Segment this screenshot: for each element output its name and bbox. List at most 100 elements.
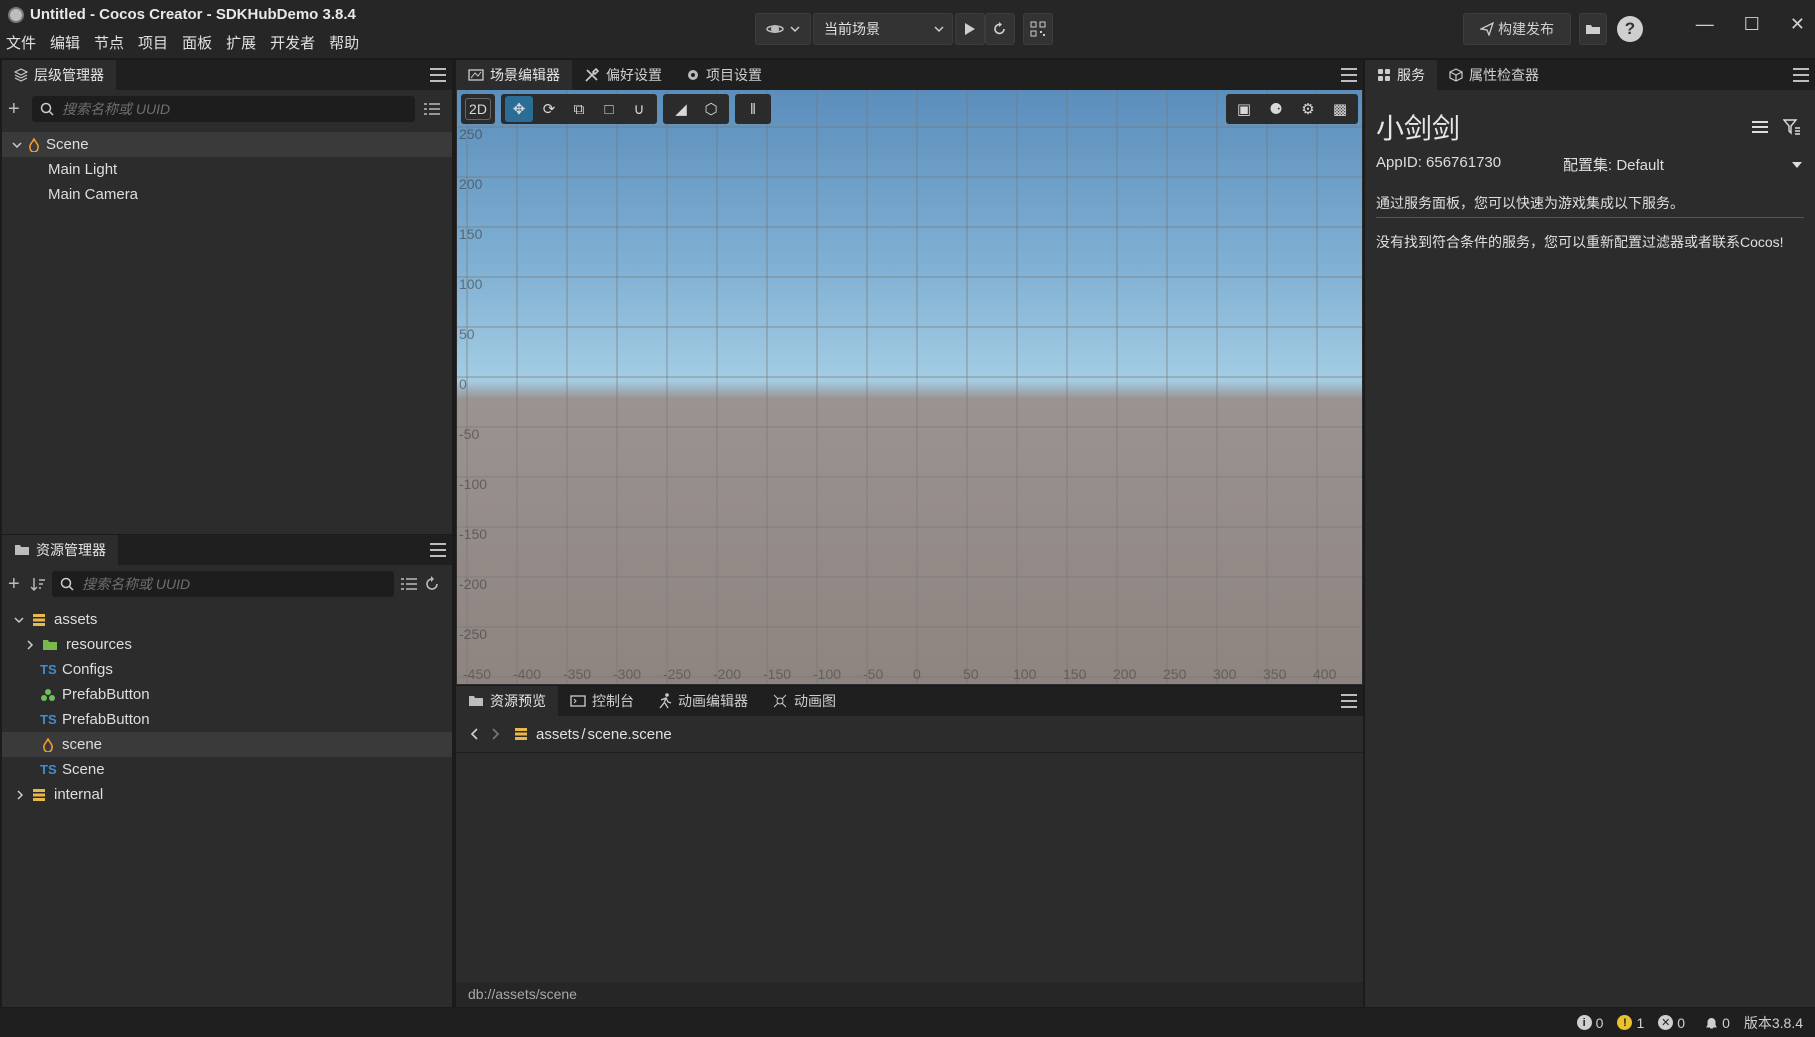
scale-tool-icon[interactable]: ⧉ (565, 96, 593, 122)
close-icon[interactable]: ✕ (1790, 14, 1805, 35)
sort-icon[interactable] (30, 577, 46, 591)
asset-item-resources[interactable]: resources (2, 632, 452, 657)
menu-file[interactable]: 文件 (6, 32, 44, 53)
mode-2d-button[interactable]: 2D (465, 98, 491, 120)
filter-icon[interactable] (1783, 118, 1801, 136)
pivot-icon[interactable]: ◢ (667, 96, 695, 122)
asset-item-scene[interactable]: scene (2, 732, 452, 757)
chevron-down-icon[interactable] (12, 141, 22, 149)
tab-hierarchy[interactable]: 层级管理器 (2, 60, 116, 90)
tools-icon (585, 67, 600, 82)
refresh-button[interactable] (985, 13, 1015, 45)
status-bar: i 0 ! 1 ✕ 0 0 版本3.8.4 (0, 1008, 1815, 1037)
services-menu-icon[interactable] (1793, 68, 1809, 82)
x-tick-label: 50 (963, 666, 979, 682)
help-button[interactable]: ? (1615, 13, 1645, 45)
minimize-icon[interactable]: — (1696, 14, 1714, 35)
menu-node[interactable]: 节点 (94, 32, 132, 53)
assets-search-input[interactable]: 搜索名称或 UUID (52, 571, 394, 597)
add-asset-icon[interactable]: + (8, 573, 24, 596)
tab-inspector[interactable]: 属性检查器 (1437, 60, 1551, 90)
hierarchy-menu-icon[interactable] (430, 68, 446, 82)
build-button[interactable]: 构建发布 (1463, 13, 1571, 45)
chevron-right-icon[interactable] (26, 639, 34, 650)
forward-arrow-icon[interactable] (492, 728, 500, 740)
tab-label: 资源预览 (490, 693, 546, 709)
asset-item-scene-script[interactable]: TS Scene (2, 757, 452, 782)
local-global-icon[interactable]: ⬡ (697, 96, 725, 122)
breadcrumb-root[interactable]: assets (536, 726, 579, 743)
tree-node-main-camera[interactable]: Main Camera (2, 182, 452, 207)
tab-services[interactable]: 服务 (1365, 60, 1437, 90)
asset-item-prefab[interactable]: PrefabButton (2, 682, 452, 707)
scene-editor-menu-icon[interactable] (1341, 68, 1357, 82)
chevron-down-icon[interactable] (14, 616, 24, 624)
asset-item-configs[interactable]: TS Configs (2, 657, 452, 682)
menu-help[interactable]: 帮助 (329, 32, 367, 53)
scene-viewport[interactable]: 250 200 150 100 50 0 -50 -100 -150 -200 -250 -450 -… (457, 90, 1362, 684)
rect-tool-icon[interactable]: □ (595, 96, 623, 122)
tree-node-main-light[interactable]: Main Light (2, 157, 452, 182)
open-folder-button[interactable] (1579, 13, 1607, 45)
image-icon (468, 69, 484, 81)
info-status[interactable]: i 0 (1576, 1015, 1603, 1031)
error-status[interactable]: ✕ 0 (1658, 1015, 1685, 1031)
database-icon (33, 613, 45, 626)
x-tick-label: -50 (863, 666, 884, 682)
move-tool-icon[interactable]: ✥ (505, 96, 533, 122)
platform-select[interactable] (755, 13, 811, 45)
tab-preferences[interactable]: 偏好设置 (572, 60, 674, 90)
scene-select[interactable]: 当前场景 (813, 13, 953, 45)
tab-scene-editor[interactable]: 场景编辑器 (456, 60, 572, 90)
x-tick-label: -250 (663, 666, 692, 682)
x-tick-label: 250 (1163, 666, 1187, 682)
menu-extension[interactable]: 扩展 (226, 32, 264, 53)
config-select-label: 配置集: Default (1563, 157, 1664, 174)
play-button[interactable] (955, 13, 985, 45)
assets-search-placeholder: 搜索名称或 UUID (82, 576, 191, 592)
preview-window-icon[interactable]: ▩ (1326, 96, 1354, 122)
warning-status[interactable]: ! 1 (1617, 1015, 1644, 1031)
menu-panel[interactable]: 面板 (182, 32, 220, 53)
sort-list-icon[interactable] (400, 577, 418, 591)
asset-item-prefab-script[interactable]: TS PrefabButton (2, 707, 452, 732)
tab-asset-preview[interactable]: 资源预览 (456, 686, 558, 716)
align-icon[interactable]: ‖ (739, 96, 767, 122)
snap-magnet-icon[interactable]: ∪ (625, 96, 653, 122)
menu-project[interactable]: 项目 (138, 32, 176, 53)
chevron-right-icon[interactable] (16, 789, 24, 800)
tab-animation-graph[interactable]: 动画图 (760, 686, 848, 716)
add-node-icon[interactable]: + (8, 98, 24, 121)
hierarchy-search-input[interactable]: 搜索名称或 UUID (32, 96, 415, 122)
back-arrow-icon[interactable] (470, 728, 478, 740)
breadcrumb-file[interactable]: scene.scene (588, 726, 672, 743)
planet-icon (766, 25, 784, 33)
menu-developer[interactable]: 开发者 (270, 32, 323, 53)
tree-node-scene[interactable]: Scene (2, 132, 452, 157)
sort-list-icon[interactable] (423, 102, 441, 116)
y-tick-label: -100 (459, 476, 488, 492)
services-panel: 服务 属性检查器 小剑剑 AppID: 656761730 配置集: Defau… (1365, 60, 1815, 1007)
refresh-icon[interactable] (424, 576, 440, 592)
asset-label: Scene (62, 761, 105, 778)
menu-edit[interactable]: 编辑 (50, 32, 88, 53)
config-select[interactable]: 配置集: Default (1563, 154, 1803, 175)
rotate-tool-icon[interactable]: ⟳ (535, 96, 563, 122)
hierarchy-panel: 层级管理器 + 搜索名称或 UUID Scene Main Light Main… (2, 60, 452, 534)
gear-icon[interactable]: ⚙ (1294, 96, 1322, 122)
asset-item-assets[interactable]: assets (2, 607, 452, 632)
tab-console[interactable]: 控制台 (558, 686, 646, 716)
tab-assets[interactable]: 资源管理器 (2, 535, 118, 565)
notification-status[interactable]: 0 (1705, 1015, 1730, 1031)
preview-menu-icon[interactable] (1341, 694, 1357, 708)
maximize-icon[interactable]: ☐ (1744, 14, 1760, 35)
assets-menu-icon[interactable] (430, 543, 446, 557)
database-icon (515, 728, 527, 740)
tab-animation-editor[interactable]: 动画编辑器 (646, 686, 760, 716)
camera-icon[interactable]: ⚈ (1262, 96, 1290, 122)
tab-project-settings[interactable]: 项目设置 (674, 60, 774, 90)
list-icon[interactable] (1751, 119, 1769, 135)
resolution-icon[interactable]: ▣ (1230, 96, 1258, 122)
qrcode-button[interactable] (1023, 13, 1053, 45)
asset-item-internal[interactable]: internal (2, 782, 452, 807)
